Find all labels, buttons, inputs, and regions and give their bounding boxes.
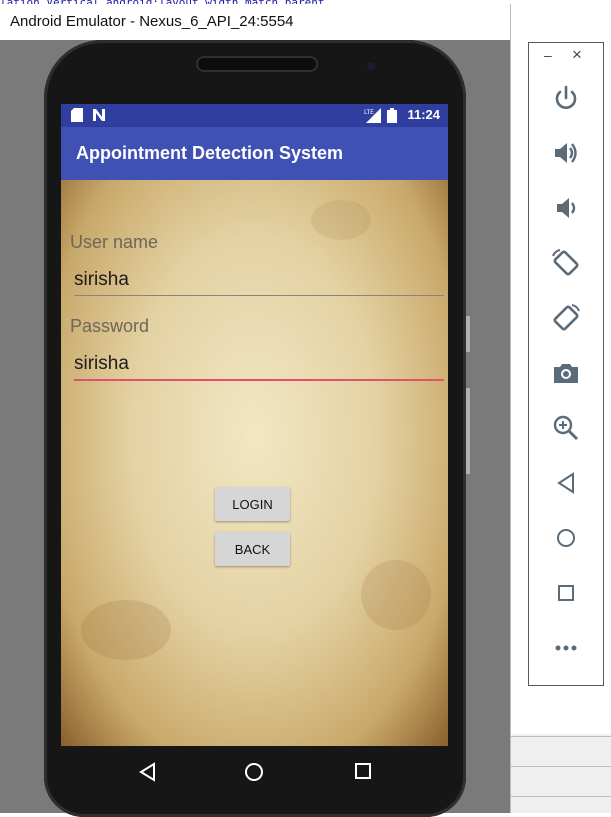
more-icon[interactable] (551, 633, 581, 663)
navigation-bar (61, 746, 448, 806)
phone-frame: LTE 11:24 Appointment Detection System U… (44, 40, 466, 817)
overview-icon[interactable] (551, 578, 581, 608)
paper-stain (361, 560, 431, 630)
back-icon[interactable] (551, 468, 581, 498)
password-field[interactable] (74, 349, 444, 381)
ide-background-panel (511, 734, 611, 813)
recents-nav-icon[interactable] (354, 762, 372, 780)
svg-text:LTE: LTE (364, 109, 374, 116)
window-title: Android Emulator - Nexus_6_API_24:5554 (0, 4, 510, 40)
login-form-area: User name Password LOGIN BACK (61, 180, 448, 746)
username-field[interactable] (74, 265, 444, 296)
power-icon[interactable] (551, 83, 581, 113)
paper-stain (311, 200, 371, 240)
username-label: User name (70, 232, 159, 252)
home-nav-icon[interactable] (244, 762, 264, 782)
emulator-window: Android Emulator - Nexus_6_API_24:5554 L… (0, 4, 511, 817)
phone-screen: LTE 11:24 Appointment Detection System U… (61, 104, 448, 746)
password-label: Password (70, 316, 150, 336)
login-button[interactable]: LOGIN (215, 487, 290, 521)
rotate-left-icon[interactable] (551, 248, 581, 278)
paper-stain (81, 600, 171, 660)
status-bar: LTE 11:24 (61, 104, 448, 127)
speaker-grille (196, 56, 318, 72)
divider (511, 736, 611, 737)
volume-up-icon[interactable] (551, 138, 581, 168)
volume-rocker (466, 316, 470, 352)
zoom-icon[interactable] (551, 413, 581, 443)
close-icon[interactable]: × (572, 45, 582, 65)
emulator-control-panel: – × (528, 42, 604, 686)
app-bar-title: Appointment Detection System (61, 127, 448, 180)
front-camera (367, 62, 375, 70)
battery-icon (387, 108, 397, 123)
home-icon[interactable] (551, 523, 581, 553)
lte-signal-icon: LTE (364, 108, 381, 123)
camera-icon[interactable] (551, 358, 581, 388)
back-nav-icon[interactable] (138, 762, 156, 782)
minimize-icon[interactable]: – (544, 47, 552, 63)
n-icon (93, 109, 105, 121)
divider (511, 766, 611, 767)
rotate-right-icon[interactable] (551, 303, 581, 333)
status-time: 11:24 (407, 107, 440, 122)
back-button[interactable]: BACK (215, 532, 290, 566)
power-button-side (466, 388, 470, 474)
sd-card-icon (71, 108, 83, 122)
volume-down-icon[interactable] (551, 193, 581, 223)
divider (511, 796, 611, 797)
